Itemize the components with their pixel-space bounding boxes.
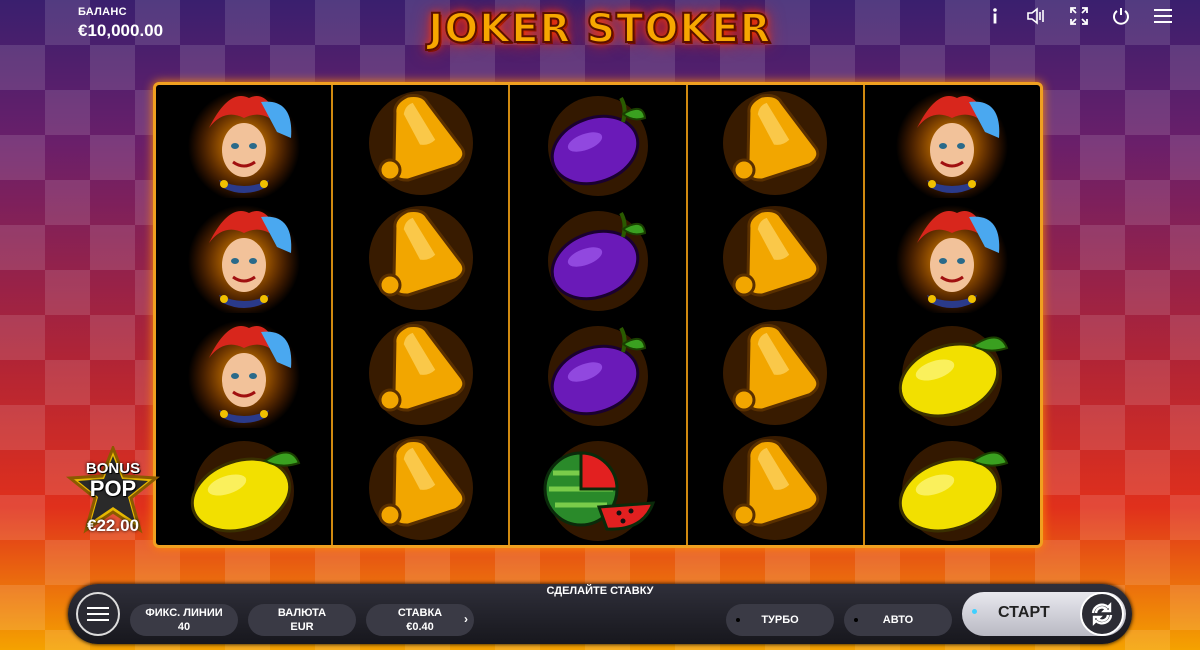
bonus-pop-badge[interactable]: BONUS POP €22.00 xyxy=(66,443,160,538)
pop-word: POP xyxy=(89,476,137,501)
lemon-symbol-icon xyxy=(865,315,1040,430)
bet-value: €0.40 xyxy=(406,621,434,633)
balance-label: БАЛАНС xyxy=(78,6,127,18)
bell-symbol-icon xyxy=(688,85,863,200)
auto-toggle[interactable]: АВТО xyxy=(844,604,952,636)
currency-label: ВАЛЮТА xyxy=(277,607,327,619)
fixed-lines-value: 40 xyxy=(177,621,191,633)
bet-selector[interactable]: СТАВКА €0.40 xyxy=(366,604,474,636)
joker-symbol-icon xyxy=(156,200,331,315)
lemon-symbol-icon xyxy=(156,430,331,545)
lemon-symbol-icon xyxy=(865,430,1040,545)
fixed-lines-label: ФИКС. ЛИНИИ xyxy=(145,607,223,619)
bet-arrow-icon[interactable]: › xyxy=(464,612,468,626)
currency-selector[interactable]: ВАЛЮТА EUR xyxy=(248,604,356,636)
reel-5 xyxy=(865,85,1040,545)
bet-label: СТАВКА xyxy=(397,607,443,619)
auto-indicator xyxy=(854,618,858,622)
power-icon[interactable] xyxy=(1100,5,1142,27)
bonus-word: BONUS xyxy=(85,460,141,477)
info-icon[interactable] xyxy=(974,5,1016,27)
bell-symbol-icon xyxy=(333,315,508,430)
reel-1 xyxy=(156,85,334,545)
start-button[interactable]: СТАРТ xyxy=(962,592,1126,636)
plum-symbol-icon xyxy=(510,85,685,200)
joker-symbol-icon xyxy=(865,200,1040,315)
menu-icon xyxy=(87,607,109,621)
bonus-amount: €22.00 xyxy=(87,516,139,535)
hamburger-icon[interactable] xyxy=(1142,5,1184,27)
auto-label: АВТО xyxy=(882,614,914,626)
bell-symbol-icon xyxy=(688,200,863,315)
game-logo: JOKER STOKER xyxy=(400,5,800,58)
watermelon-symbol-icon xyxy=(510,430,685,545)
start-indicator xyxy=(972,609,977,614)
joker-symbol-icon xyxy=(156,85,331,200)
logo-text: JOKER STOKER xyxy=(427,5,772,53)
reels-grid xyxy=(153,82,1043,548)
sound-icon[interactable] xyxy=(1016,5,1058,27)
reel-2 xyxy=(333,85,511,545)
reel-3 xyxy=(510,85,688,545)
spin-icon[interactable] xyxy=(1080,592,1124,636)
menu-button[interactable] xyxy=(76,592,120,636)
turbo-label: ТУРБО xyxy=(761,614,799,626)
reel-4 xyxy=(688,85,865,545)
plum-symbol-icon xyxy=(510,315,685,430)
plum-symbol-icon xyxy=(510,200,685,315)
currency-value: EUR xyxy=(290,621,314,633)
turbo-toggle[interactable]: ТУРБО xyxy=(726,604,834,636)
balance-display: БАЛАНС €10,000.00 xyxy=(78,6,163,41)
start-label: СТАРТ xyxy=(998,604,1050,621)
top-toolbar xyxy=(974,5,1184,27)
bell-symbol-icon xyxy=(688,430,863,545)
turbo-indicator xyxy=(736,618,740,622)
fullscreen-icon[interactable] xyxy=(1058,5,1100,27)
bell-symbol-icon xyxy=(333,85,508,200)
fixed-lines-selector[interactable]: ФИКС. ЛИНИИ 40 xyxy=(130,604,238,636)
balance-value: €10,000.00 xyxy=(78,21,164,40)
joker-symbol-icon xyxy=(865,85,1040,200)
joker-symbol-icon xyxy=(156,315,331,430)
bell-symbol-icon xyxy=(333,200,508,315)
bell-symbol-icon xyxy=(333,430,508,545)
bell-symbol-icon xyxy=(688,315,863,430)
